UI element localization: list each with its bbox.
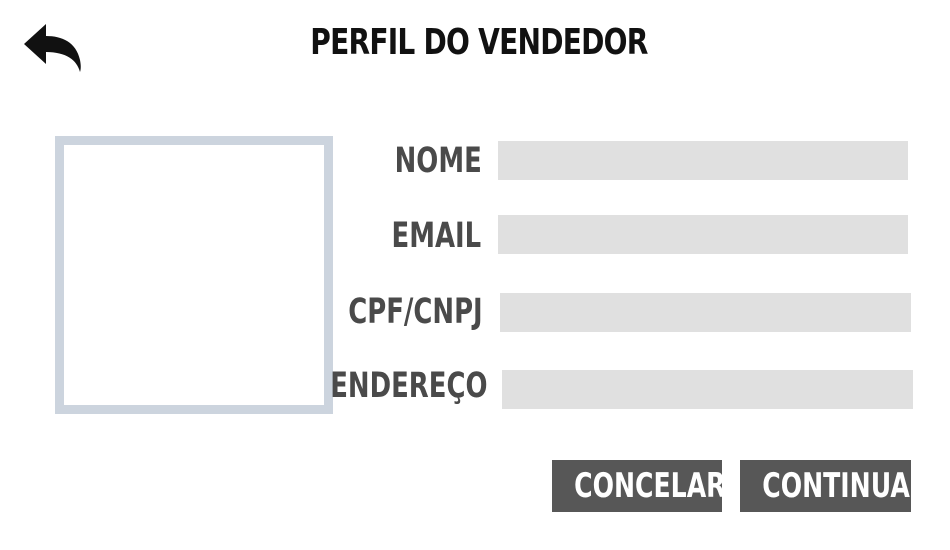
name-label: NOME [394,141,482,181]
continue-button-label: CONTINUAR [762,466,911,506]
address-label: ENDEREÇO [329,366,487,406]
back-button[interactable] [22,20,84,74]
email-field[interactable] [498,215,908,254]
back-arrow-icon [22,20,84,74]
cancel-button[interactable]: CONCELAR [552,460,722,512]
cpf-cnpj-field[interactable] [500,293,911,332]
cancel-button-label: CONCELAR [574,466,722,506]
name-field[interactable] [498,141,908,180]
cpf-cnpj-label: CPF/CNPJ [348,292,483,332]
page-title: PERFIL DO VENDEDOR [310,22,648,63]
profile-photo-placeholder[interactable] [55,136,333,414]
address-field[interactable] [502,370,913,409]
email-label: EMAIL [391,216,481,256]
continue-button[interactable]: CONTINUAR [740,460,911,512]
